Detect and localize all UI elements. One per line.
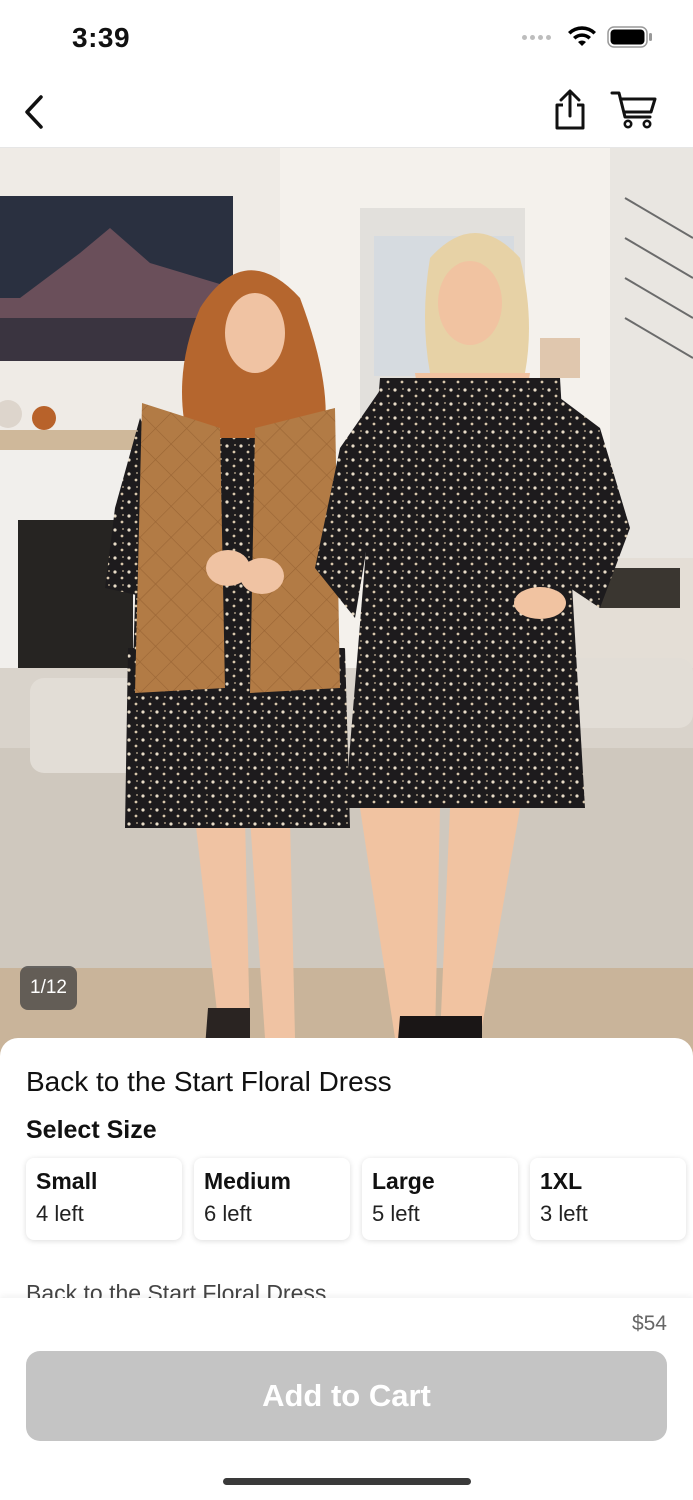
signal-dots-icon	[522, 34, 551, 40]
status-time: 3:39	[72, 22, 131, 53]
size-option-large[interactable]: Large 5 left	[362, 1158, 518, 1240]
size-option-small[interactable]: Small 4 left	[26, 1158, 182, 1240]
size-name: Small	[36, 1168, 98, 1194]
purchase-footer: $54 Add to Cart	[0, 1298, 693, 1500]
status-bar: 3:39	[0, 0, 693, 78]
back-button[interactable]	[14, 92, 54, 132]
price: $54	[631, 1312, 667, 1335]
share-button[interactable]	[548, 88, 592, 132]
select-size-label: Select Size	[26, 1116, 157, 1144]
size-name: Large	[372, 1168, 435, 1194]
status-icons	[522, 26, 653, 48]
size-stock: 4 left	[36, 1201, 84, 1226]
chevron-left-icon	[25, 95, 43, 129]
size-stock: 3 left	[540, 1201, 588, 1226]
size-stock: 5 left	[372, 1201, 420, 1226]
cart-icon	[610, 91, 657, 129]
share-icon	[555, 89, 585, 130]
cart-button[interactable]	[608, 88, 660, 132]
image-counter: 1/12	[20, 966, 77, 1010]
size-option-1xl[interactable]: 1XL 3 left	[530, 1158, 686, 1240]
home-indicator[interactable]	[223, 1478, 471, 1485]
size-stock: 6 left	[204, 1201, 252, 1226]
size-options: Small 4 left Medium 6 left Large 5 left …	[26, 1158, 686, 1240]
size-option-medium[interactable]: Medium 6 left	[194, 1158, 350, 1240]
product-image[interactable]	[0, 148, 693, 1058]
nav-bar	[0, 78, 693, 148]
battery-icon	[607, 26, 652, 48]
wifi-icon	[568, 26, 596, 46]
add-to-cart-button[interactable]: Add to Cart	[26, 1351, 667, 1441]
size-name: Medium	[204, 1168, 291, 1194]
size-name: 1XL	[540, 1168, 583, 1194]
product-title: Back to the Start Floral Dress	[26, 1066, 392, 1097]
